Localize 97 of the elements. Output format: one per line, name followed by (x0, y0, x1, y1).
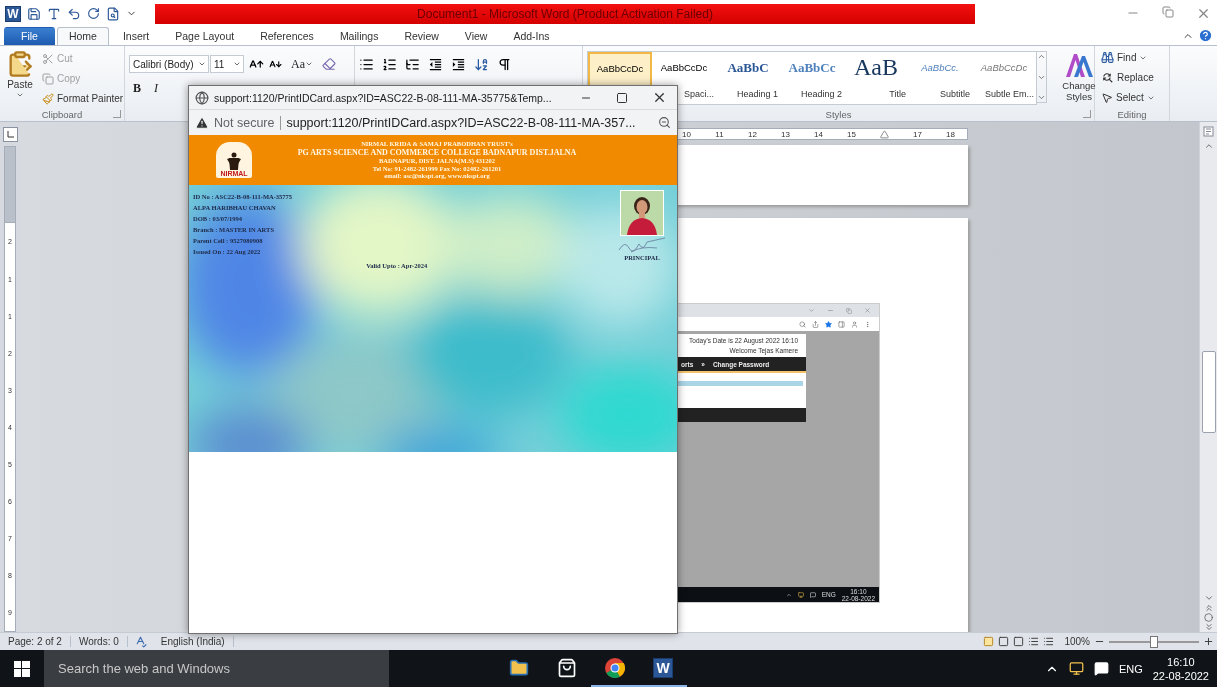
clear-formatting-icon[interactable] (322, 57, 336, 72)
ruler-number: 13 (780, 129, 791, 140)
help-icon[interactable] (1198, 28, 1213, 44)
ruler-number: 10 (681, 129, 692, 140)
scissors-icon (42, 52, 54, 65)
group-label: Editing (1117, 108, 1147, 120)
ribbon-tab[interactable]: Insert (110, 27, 162, 46)
ruler-number: 11 (714, 129, 725, 140)
font-name-dropdown[interactable]: Calibri (Body) (129, 55, 209, 74)
page-count[interactable]: Page: 2 of 2 (0, 636, 71, 648)
redo-icon[interactable] (87, 7, 100, 21)
ribbon-tab[interactable]: References (248, 27, 326, 46)
shopping-bag-icon (557, 657, 577, 678)
profile-icon (851, 320, 858, 328)
save-icon[interactable] (27, 6, 41, 21)
tab-selector[interactable] (2, 127, 18, 143)
bold-button[interactable]: B (129, 81, 145, 97)
chevron-icon (808, 307, 815, 315)
word-logo[interactable]: W (5, 5, 21, 22)
word-count[interactable]: Words: 0 (70, 636, 128, 648)
close-icon (864, 307, 871, 315)
group-label: Styles (825, 108, 852, 120)
window-title: Document1 - Microsoft Word (Product Activation Failed) (417, 6, 713, 21)
restore-icon (846, 307, 852, 314)
increase-indent-icon[interactable] (451, 57, 466, 73)
zoom-icon[interactable] (658, 116, 671, 129)
statue-icon (226, 152, 242, 170)
close-icon[interactable] (652, 90, 667, 105)
paintbrush-icon (42, 92, 54, 105)
italic-button[interactable]: I (150, 81, 162, 97)
format-painter-button[interactable]: Format Painter (40, 90, 126, 108)
message-icon (809, 591, 816, 598)
copy-icon (42, 72, 54, 85)
tab-stop-icon (6, 131, 14, 139)
multilevel-list-icon[interactable] (405, 57, 420, 73)
ruler-toggle-icon[interactable] (1203, 126, 1214, 138)
text-style-icon[interactable] (47, 6, 61, 21)
ribbon-tab[interactable]: Page Layout (163, 27, 247, 46)
ruler-number: 14 (813, 129, 824, 140)
ribbon-tab[interactable]: Mailings (327, 27, 391, 46)
scroll-thumb[interactable] (1201, 351, 1216, 434)
draft-icon[interactable] (1043, 636, 1055, 648)
web-layout-icon[interactable] (1013, 636, 1025, 648)
decrease-indent-icon[interactable] (428, 57, 443, 73)
taskbar-app[interactable]: W (639, 650, 687, 687)
security-label: Not secure (214, 115, 282, 130)
share-icon (812, 320, 819, 328)
group-label: Clipboard (41, 108, 83, 120)
full-screen-icon[interactable] (998, 636, 1010, 648)
ruler-number: 18 (945, 129, 956, 140)
replace-icon (1101, 71, 1114, 85)
windows-logo-icon (14, 660, 30, 677)
numbering-icon[interactable] (382, 57, 397, 73)
print-preview-icon[interactable] (106, 6, 120, 21)
ribbon-tab[interactable]: Add-Ins (501, 27, 562, 46)
zoom-in-icon[interactable] (1203, 636, 1214, 648)
search-icon (799, 320, 806, 328)
word-logo: W (653, 657, 673, 678)
language-status[interactable]: English (India) (152, 636, 234, 648)
file-tab[interactable]: File (4, 27, 55, 46)
language-indicator[interactable]: ENG (1118, 662, 1143, 675)
star-icon (825, 320, 832, 328)
pilcrow-icon[interactable] (497, 57, 512, 73)
side-panel-icon (838, 320, 845, 328)
window-title: support:1120/PrintIDCard.aspx?ID=ASC22-B-08-111-MA-35775&Temp... (214, 91, 553, 104)
taskbar-search-field[interactable]: Search the web and Windows (44, 650, 389, 687)
font-size-dropdown[interactable]: 11 (210, 55, 244, 74)
browser-icon (604, 656, 626, 679)
pointer-icon (1101, 91, 1113, 104)
indent-marker-icon[interactable] (880, 129, 889, 139)
browse-object-icon[interactable] (1204, 613, 1213, 623)
binoculars-icon (1101, 51, 1114, 65)
college-name: PG ARTS SCIENCE AND COMMERCE COLLEGE BADNAPUR DIST.JALNA (297, 147, 577, 157)
ruler-number: 12 (747, 129, 758, 140)
gallery-scroll-buttons[interactable] (1037, 51, 1047, 104)
letters-a-icon (1064, 51, 1094, 80)
folder-icon (509, 657, 529, 678)
zoom-slider-thumb[interactable] (1150, 635, 1158, 648)
zoom-level[interactable]: 100% (1064, 636, 1090, 648)
message-icon[interactable] (1093, 661, 1109, 676)
address-text: support:1120/PrintIDCard.aspx?ID=ASC22-B-08-111-MA-357... (286, 115, 637, 130)
chevron-icon (785, 591, 792, 598)
bullets-icon[interactable] (359, 57, 374, 73)
ruler-number: 17 (912, 129, 923, 140)
ribbon-tab[interactable]: Review (392, 27, 451, 46)
ribbon-tab[interactable]: Home (56, 27, 109, 46)
paste-button[interactable]: Paste (4, 50, 36, 108)
warning-icon (195, 115, 209, 130)
clock[interactable]: 16:10 22-08-2022 (1152, 654, 1209, 683)
change-case-button[interactable]: Aa (287, 56, 317, 72)
globe-icon (195, 90, 209, 105)
ribbon-tab[interactable]: View (452, 27, 500, 46)
maximize-icon[interactable] (616, 91, 628, 104)
sort-icon[interactable] (474, 57, 489, 73)
outline-icon[interactable] (1028, 636, 1040, 648)
ruler-number: 15 (846, 129, 857, 140)
undo-icon[interactable] (67, 6, 81, 21)
